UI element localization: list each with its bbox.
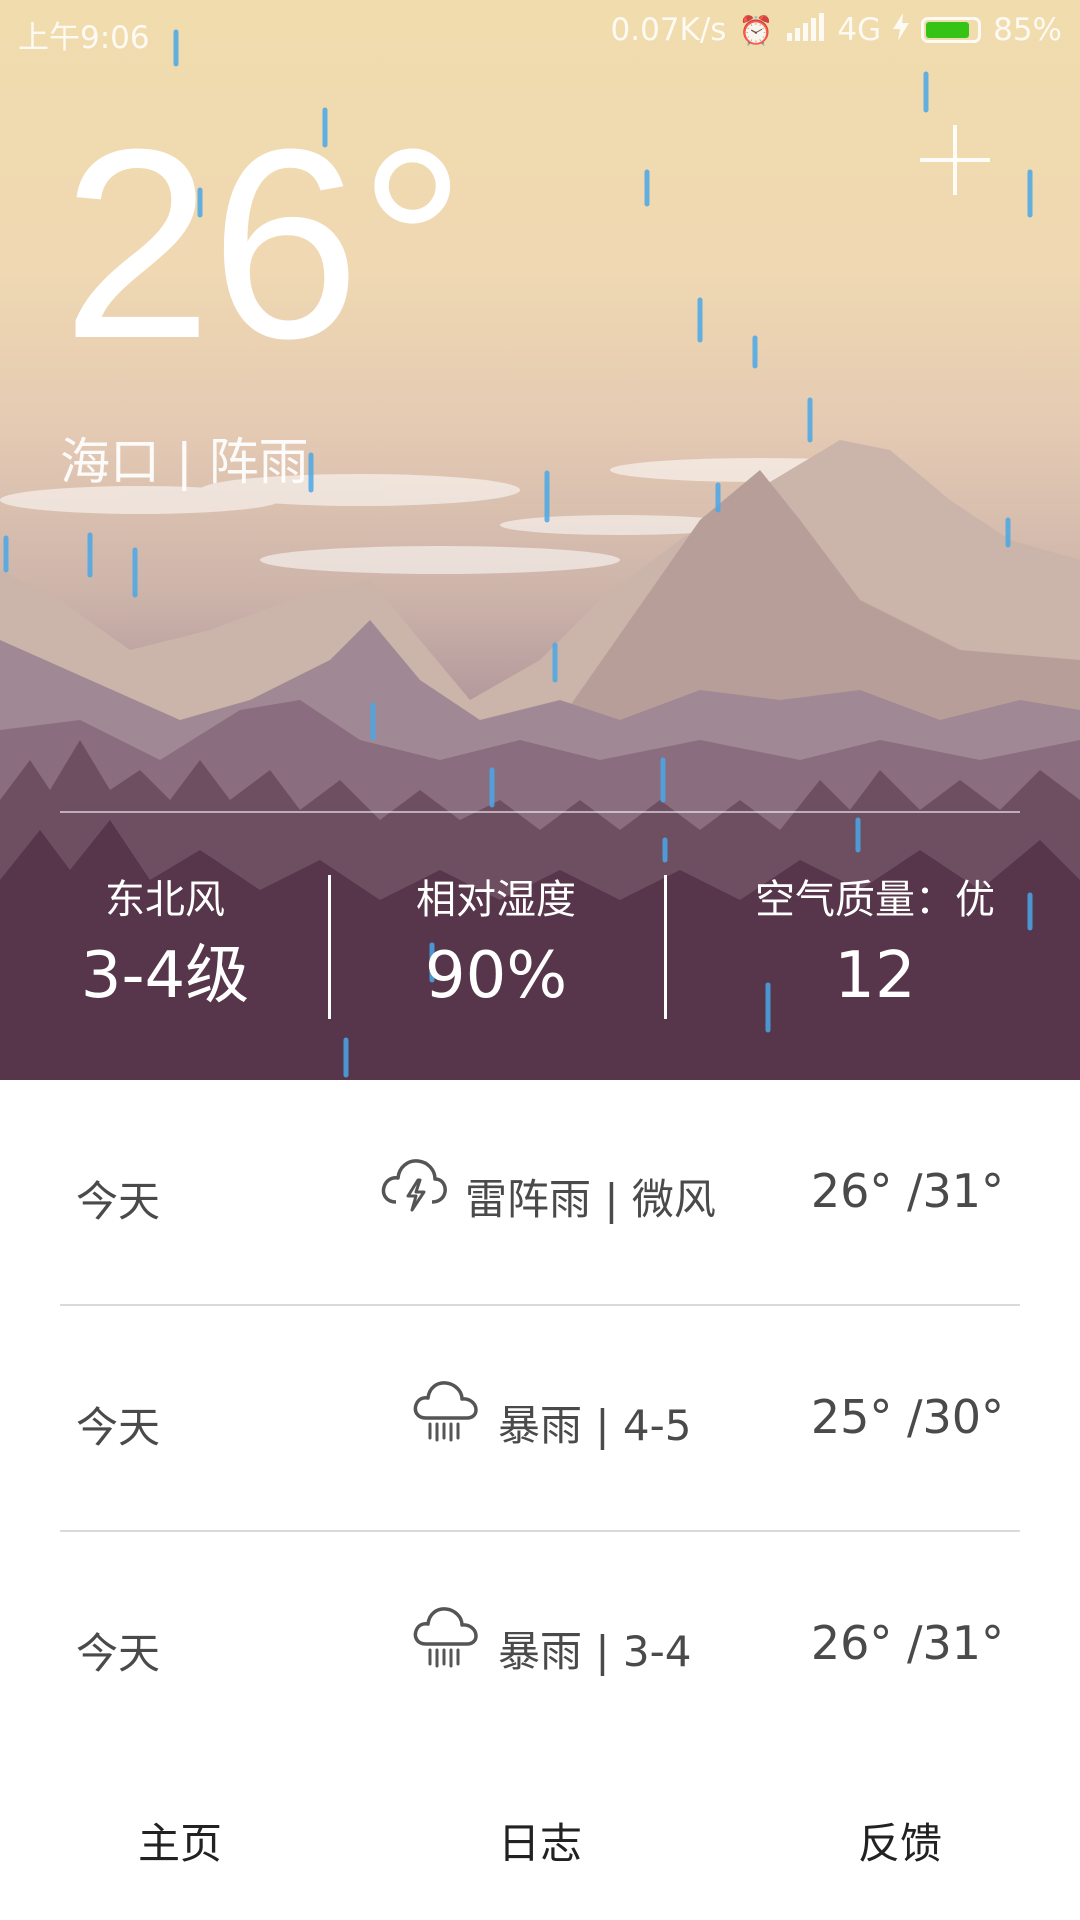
current-temperature: 26° [62,94,466,395]
forecast-temperature: 26° /31° [810,1616,1004,1670]
humidity-label: 相对湿度 [416,877,576,923]
air-quality-value: 12 [834,939,916,1013]
forecast-row[interactable]: 今天 暴雨 | 3-4 26° /31° [0,1532,1080,1758]
wind-value: 3-4级 [80,939,250,1013]
battery-percent: 85% [993,12,1062,48]
forecast-description: 暴雨 | 4-5 [498,1401,692,1450]
forecast-description: 雷阵雨 | 微风 [465,1175,716,1224]
network-speed: 0.07K/s [610,12,727,48]
signal-bars-icon [785,12,825,48]
battery-level-fill [926,22,969,38]
forecast-row[interactable]: 今天 雷阵雨 | 微风 26° /31° [0,1080,1080,1306]
tab-feedback[interactable]: 反馈 [800,1810,1000,1871]
forecast-day: 今天 [76,1403,161,1452]
humidity-stat: 相对湿度 90% [396,870,596,1016]
air-quality-label: 空气质量：优 [755,877,995,923]
battery-icon [921,17,982,43]
tab-home[interactable]: 主页 [80,1810,280,1871]
network-type: 4G [837,12,882,48]
thunderstorm-icon [380,1152,448,1218]
heavy-rain-icon [412,1604,480,1670]
lightning-icon [893,12,910,48]
forecast-temperature: 26° /31° [810,1164,1004,1218]
forecast-day: 今天 [76,1177,161,1226]
status-bar: 上午9:06 0.07K/s ⏰ 4G 85% [0,0,1080,62]
forecast-description: 暴雨 | 3-4 [498,1627,692,1676]
status-indicators: 0.07K/s ⏰ 4G 85% [611,12,1062,48]
heavy-rain-icon [412,1378,480,1444]
hero-divider [60,811,1020,813]
tab-log[interactable]: 日志 [440,1810,640,1871]
forecast-day: 今天 [76,1629,161,1678]
humidity-value: 90% [424,939,568,1013]
add-city-button[interactable] [915,120,995,200]
location-condition: 海口 | 阵雨 [60,433,309,491]
forecast-temperature: 25° /30° [810,1390,1004,1444]
weather-hero: 上午9:06 0.07K/s ⏰ 4G 85% 26° 海口 | 阵雨 东北风 … [0,0,1080,1080]
wind-stat: 东北风 3-4级 [65,870,265,1016]
status-time: 上午9:06 [18,20,150,56]
air-quality-stat: 空气质量：优 12 [735,870,1015,1016]
stat-separator [328,875,331,1019]
alarm-clock-icon: ⏰ [738,13,774,47]
wind-label: 东北风 [105,877,225,923]
stat-separator [664,875,667,1019]
forecast-row[interactable]: 今天 暴雨 | 4-5 25° /30° [0,1306,1080,1532]
